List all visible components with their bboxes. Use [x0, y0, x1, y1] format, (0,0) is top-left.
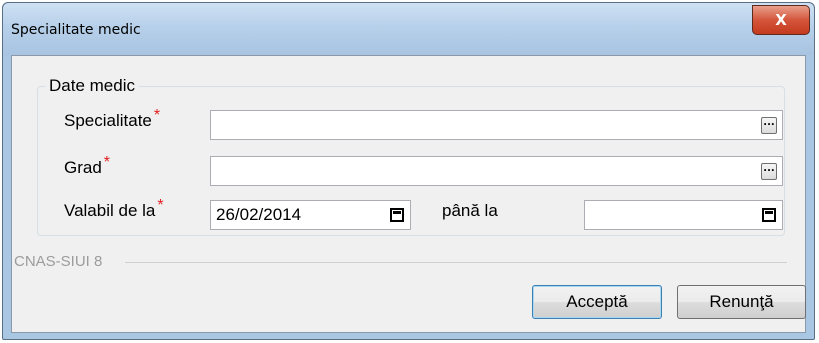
group-legend: Date medic — [49, 76, 135, 95]
ellipsis-icon: ... — [763, 117, 775, 128]
window-title: Specialitate medic — [11, 22, 141, 38]
footer-brand: CNAS-SIUI 8 — [14, 253, 103, 270]
title-bar[interactable]: Specialitate medic X — [3, 3, 814, 55]
grad-field[interactable]: ... — [210, 156, 783, 186]
grad-browse-button[interactable]: ... — [761, 163, 777, 180]
required-mark: * — [157, 197, 164, 214]
dialog-window: Specialitate medic X Date medic Speciali… — [2, 2, 815, 340]
dialog-body: Date medic Specialitate * ... Grad * ... V… — [11, 55, 806, 333]
required-mark: * — [103, 154, 111, 171]
close-icon: X — [775, 11, 787, 29]
pana-la-date-field[interactable] — [584, 200, 783, 230]
grad-label-text: Grad — [64, 158, 102, 177]
footer-separator: CNAS-SIUI 8 — [12, 253, 807, 270]
close-button[interactable]: X — [752, 5, 810, 35]
specialitate-field[interactable]: ... — [210, 110, 783, 140]
specialitate-browse-button[interactable]: ... — [761, 117, 777, 134]
calendar-icon[interactable] — [762, 208, 776, 222]
accept-button[interactable]: Acceptă — [532, 285, 662, 319]
specialitate-label: Specialitate * — [64, 107, 160, 131]
pana-la-label: până la — [442, 201, 498, 220]
cancel-button[interactable]: Renunţă — [677, 285, 806, 319]
calendar-icon[interactable] — [390, 208, 404, 222]
valabil-de-la-label-text: Valabil de la — [64, 201, 156, 220]
valabil-de-la-label: Valabil de la * — [64, 197, 164, 221]
ellipsis-icon: ... — [763, 163, 775, 174]
footer-divider — [125, 262, 787, 263]
required-mark: * — [153, 107, 161, 124]
valabil-de-la-value: 26/02/2014 — [216, 205, 302, 224]
valabil-de-la-date-field[interactable]: 26/02/2014 — [210, 200, 411, 230]
grad-label: Grad * — [64, 154, 110, 178]
specialitate-label-text: Specialitate — [64, 111, 152, 130]
